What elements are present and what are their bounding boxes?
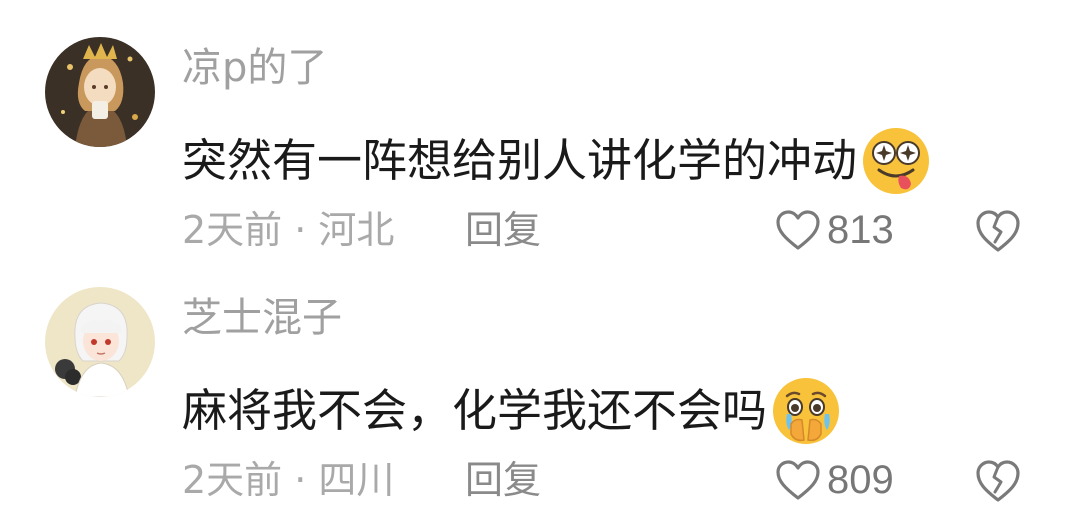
comment-meta: 2天前 · 河北	[182, 208, 395, 252]
comment-meta: 2天前 · 四川	[182, 458, 395, 502]
avatar-image	[45, 287, 155, 397]
teary-eyed-hands-over-mouth-emoji-icon	[769, 374, 843, 448]
like-count: 813	[827, 208, 894, 252]
like-button[interactable]: 813	[775, 204, 894, 256]
username[interactable]: 芝士混子	[182, 292, 342, 344]
starry-eyed-tongue-emoji-icon	[859, 124, 933, 198]
avatar[interactable]	[45, 287, 155, 397]
reply-button[interactable]: 回复	[465, 454, 541, 506]
comment-text-content: 麻将我不会，化学我还不会吗	[182, 384, 768, 437]
heart-outline-icon	[776, 460, 820, 500]
comment-text: 突然有一阵想给别人讲化学的冲动	[182, 124, 933, 198]
like-button[interactable]: 809	[775, 454, 894, 506]
dislike-button[interactable]	[974, 208, 1022, 254]
comment-item: 凉p的了 突然有一阵想给别人讲化学的冲动 2天前 · 河北 回复 813	[0, 0, 1080, 252]
dislike-button[interactable]	[974, 458, 1022, 504]
reply-button[interactable]: 回复	[465, 204, 541, 256]
avatar[interactable]	[45, 37, 155, 147]
username[interactable]: 凉p的了	[182, 42, 327, 94]
broken-heart-icon	[976, 210, 1020, 252]
avatar-image	[45, 37, 155, 147]
comment-text: 麻将我不会，化学我还不会吗	[182, 374, 843, 448]
like-count: 809	[827, 458, 894, 502]
heart-outline-icon	[776, 210, 820, 250]
comment-text-content: 突然有一阵想给别人讲化学的冲动	[182, 134, 858, 187]
broken-heart-icon	[976, 460, 1020, 502]
comment-item: 芝士混子 麻将我不会，化学我还不会吗 2天前 · 四川 回复 809	[0, 250, 1080, 502]
